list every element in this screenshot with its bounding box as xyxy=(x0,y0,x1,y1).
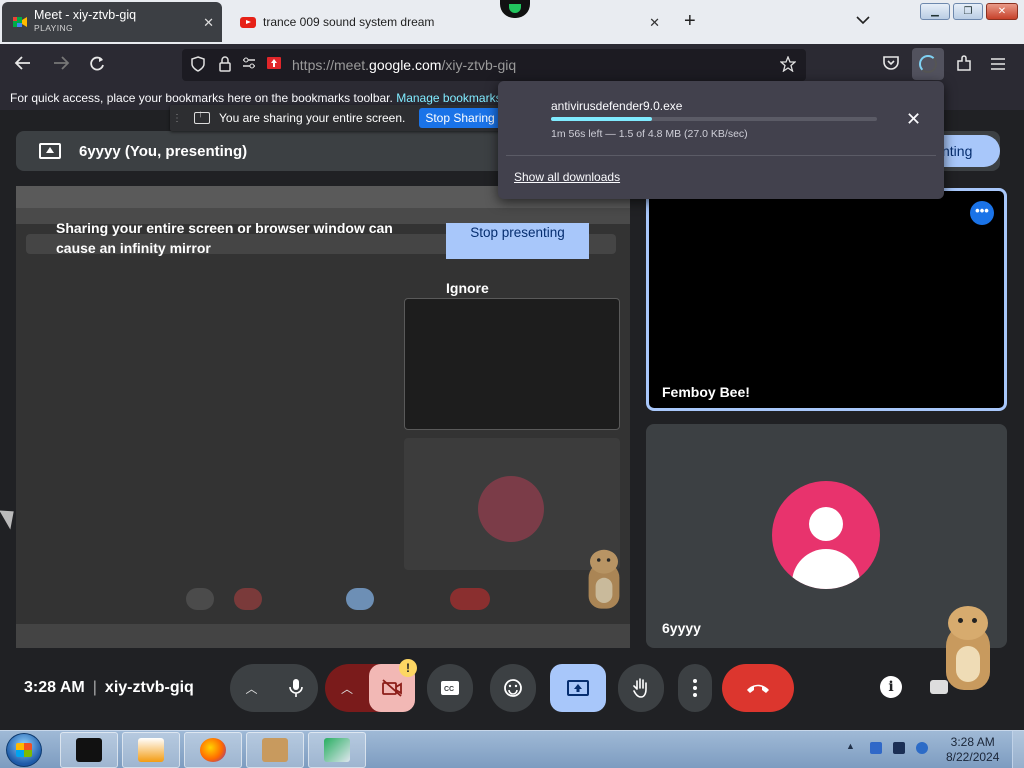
presenting-label: 6yyyy (You, presenting) xyxy=(79,142,248,160)
manage-bookmarks-link[interactable]: Manage bookmarks xyxy=(396,91,501,105)
stop-sharing-button[interactable]: Stop Sharing xyxy=(419,108,501,128)
emoji-icon[interactable] xyxy=(490,664,536,712)
participant-name: 6yyyy xyxy=(662,620,701,636)
restore-icon[interactable]: ❐ xyxy=(953,3,983,20)
downloads-icon[interactable] xyxy=(912,48,944,80)
tab-youtube-title: trance 009 sound system dream xyxy=(263,15,435,29)
minimize-icon[interactable]: ▁ xyxy=(920,3,950,20)
window-controls: ▁ ❐ ✕ xyxy=(920,3,1018,20)
taskbar-app-firefox[interactable] xyxy=(184,732,242,768)
forward-icon[interactable] xyxy=(52,55,70,76)
windows-taskbar: ▲ 3:28 AM 8/22/2024 xyxy=(0,730,1024,768)
more-options-icon[interactable] xyxy=(678,664,712,712)
warning-badge: ! xyxy=(399,659,417,677)
present-screen-button[interactable] xyxy=(550,664,606,712)
participant-tile-femboy-bee[interactable]: ••• Femboy Bee! xyxy=(646,188,1007,411)
terminal-icon xyxy=(76,738,102,762)
divider xyxy=(506,155,936,156)
hamster-sticker xyxy=(940,606,996,698)
downloads-panel: antivirusdefender9.0.exe 1m 56s left — 1… xyxy=(498,81,944,199)
screen-share-icon xyxy=(194,109,210,124)
navigation-bar: https://meet.google.com/xiy-ztvb-giq xyxy=(0,44,1024,86)
volume-icon[interactable] xyxy=(916,742,928,754)
stop-presenting-button[interactable]: Stop presenting xyxy=(446,223,589,259)
hamster-icon xyxy=(262,738,288,762)
tray-expand-icon[interactable]: ▲ xyxy=(846,741,855,751)
browser-tab-strip: Meet - xiy-ztvb-giq PLAYING ✕ trance 009… xyxy=(0,0,1024,44)
meeting-time: 3:28 AM xyxy=(24,679,85,696)
tab-close-icon[interactable]: ✕ xyxy=(203,15,214,31)
lock-icon[interactable] xyxy=(219,56,231,75)
system-clock[interactable]: 3:28 AM 8/22/2024 xyxy=(946,735,999,765)
show-desktop-button[interactable] xyxy=(1012,731,1024,768)
cancel-download-icon[interactable]: ✕ xyxy=(906,109,921,130)
meeting-code: xiy-ztvb-giq xyxy=(104,679,194,696)
end-call-button[interactable] xyxy=(722,664,794,712)
drag-handle-icon[interactable]: ⋮ xyxy=(170,113,184,124)
app-icon xyxy=(324,738,350,762)
download-progress-bar xyxy=(551,117,877,121)
show-all-downloads-link[interactable]: Show all downloads xyxy=(514,170,620,184)
clock-time: 3:28 AM xyxy=(950,735,995,749)
reload-icon[interactable] xyxy=(88,55,106,78)
menu-icon[interactable] xyxy=(990,55,1006,76)
address-bar[interactable]: https://meet.google.com/xiy-ztvb-giq xyxy=(182,49,806,81)
bookmarks-hint: For quick access, place your bookmarks h… xyxy=(10,91,393,105)
firefox-icon xyxy=(200,738,226,762)
screen-sharing-bar: ⋮ You are sharing your entire screen. St… xyxy=(170,105,546,131)
download-status: 1m 56s left — 1.5 of 4.8 MB (27.0 KB/sec… xyxy=(551,128,748,140)
bookmark-star-icon[interactable] xyxy=(779,55,797,75)
mic-control-group: ︿ xyxy=(230,664,318,712)
chevron-up-icon[interactable]: ︿ xyxy=(325,664,369,712)
meet-icon xyxy=(12,14,28,30)
tab-meet[interactable]: Meet - xiy-ztvb-giq PLAYING ✕ xyxy=(2,2,222,42)
participant-name: Femboy Bee! xyxy=(662,384,750,400)
media-player-icon xyxy=(138,738,164,762)
avatar xyxy=(772,481,880,589)
shield-icon[interactable] xyxy=(191,56,205,75)
people-icon[interactable] xyxy=(930,680,948,694)
extensions-icon[interactable] xyxy=(955,55,973,78)
sharing-message: You are sharing your entire screen. xyxy=(219,111,406,125)
raise-hand-icon[interactable] xyxy=(618,664,664,712)
taskbar-app-terminal[interactable] xyxy=(60,732,118,768)
chevron-down-icon[interactable] xyxy=(856,12,870,28)
hamster-sticker-small xyxy=(584,549,623,614)
svg-text:CC: CC xyxy=(444,686,454,693)
network-icon[interactable] xyxy=(870,742,882,754)
more-options-icon[interactable]: ••• xyxy=(970,201,994,225)
permissions-icon[interactable] xyxy=(242,56,256,73)
back-icon[interactable] xyxy=(14,55,32,76)
meet-page: 6yyyy (You, presenting) nting Sharing yo… xyxy=(0,110,1024,730)
tab-close-icon[interactable]: ✕ xyxy=(649,15,660,31)
display-icon[interactable] xyxy=(893,742,905,754)
tab-meet-title: Meet - xiy-ztvb-giq xyxy=(34,8,137,22)
youtube-icon xyxy=(240,16,256,28)
download-file-name[interactable]: antivirusdefender9.0.exe xyxy=(551,99,682,113)
screen-share-icon[interactable] xyxy=(266,56,282,73)
taskbar-app-media-player[interactable] xyxy=(122,732,180,768)
taskbar-app-tool[interactable] xyxy=(308,732,366,768)
taskbar-app-hamster[interactable] xyxy=(246,732,304,768)
pocket-icon[interactable] xyxy=(882,55,900,76)
clock-date: 8/22/2024 xyxy=(946,750,1000,764)
start-button-icon[interactable] xyxy=(6,733,42,767)
meeting-info: 3:28 AM | xiy-ztvb-giq xyxy=(24,679,194,696)
present-screen-icon xyxy=(39,143,61,159)
chevron-up-icon[interactable]: ︿ xyxy=(230,664,273,712)
tab-youtube[interactable]: trance 009 sound system dream ✕ xyxy=(232,2,672,42)
captions-icon[interactable]: CC xyxy=(427,664,473,712)
info-icon[interactable]: i xyxy=(880,676,902,698)
infinity-mirror-warning: Sharing your entire screen or browser wi… xyxy=(56,220,393,256)
close-window-icon[interactable]: ✕ xyxy=(986,3,1018,20)
ignore-button[interactable]: Ignore xyxy=(446,280,510,296)
microphone-icon[interactable] xyxy=(273,664,318,712)
new-tab-icon[interactable]: + xyxy=(684,10,696,33)
url-text: https://meet.google.com/xiy-ztvb-giq xyxy=(292,57,517,73)
tab-meet-playing: PLAYING xyxy=(34,23,74,33)
